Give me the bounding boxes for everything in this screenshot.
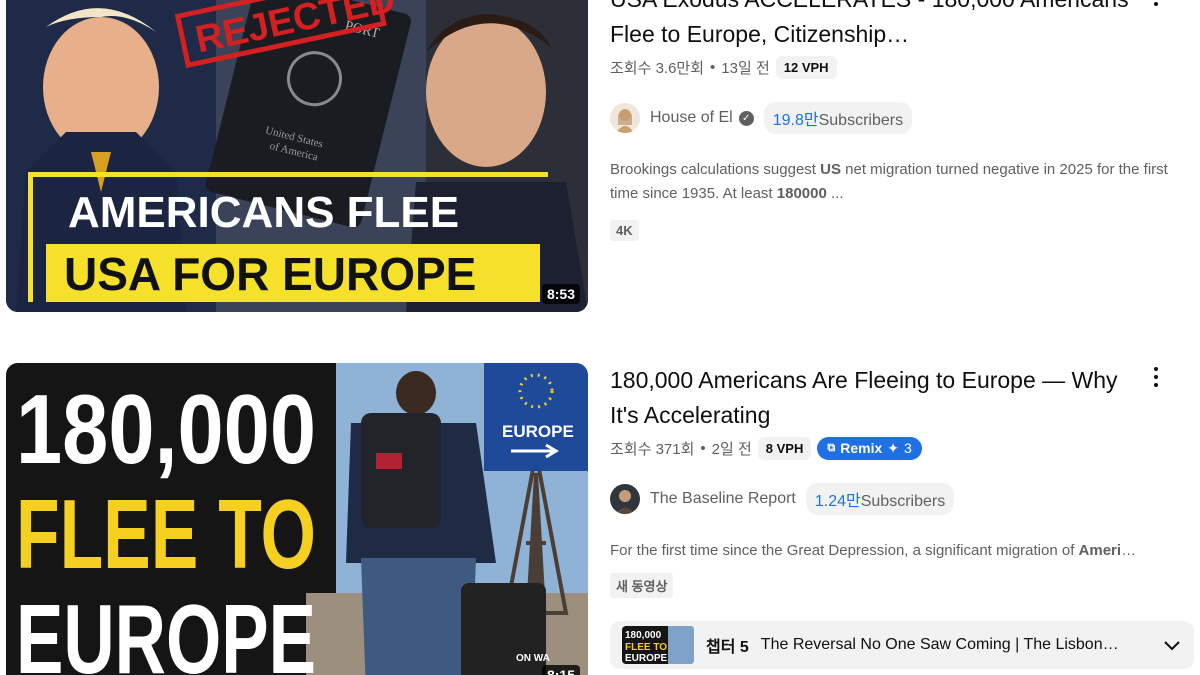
channel-name[interactable]: The Baseline Report: [650, 490, 796, 508]
remix-button[interactable]: ⧉ Remix ✦ 3: [817, 436, 922, 460]
verified-check-icon: ✓: [738, 110, 754, 126]
video-result[interactable]: EUROPE 180,000 FLEE TO EUROPE ON WA 8:15…: [0, 363, 1200, 675]
subscriber-count: 19.8만Subscribers: [763, 102, 913, 134]
svg-text:EUROPE: EUROPE: [16, 584, 316, 675]
video-duration: 8:53: [541, 284, 580, 304]
remix-icon: ⧉: [827, 441, 836, 454]
chevron-down-icon[interactable]: [1162, 635, 1182, 655]
view-count: 조회수 3.6만회: [610, 59, 705, 77]
subscriber-count: 1.24만Subscribers: [805, 483, 955, 515]
video-title[interactable]: 180,000 Americans Are Fleeing to Europe …: [610, 363, 1130, 433]
kebab-menu-icon[interactable]: [1144, 0, 1168, 8]
video-meta: 조회수 371회 • 2일 전 8 VPH ⧉ Remix ✦ 3: [610, 435, 1190, 461]
sparkle-icon: ✦: [887, 439, 899, 456]
svg-text:ON WA: ON WA: [516, 653, 550, 664]
subscriber-number: 1.24만: [814, 493, 861, 510]
channel-avatar[interactable]: [610, 484, 640, 514]
svg-text:AMERICANS FLEE: AMERICANS FLEE: [68, 188, 459, 237]
video-thumbnail[interactable]: EUROPE 180,000 FLEE TO EUROPE ON WA 8:15: [6, 363, 588, 675]
meta-separator: •: [700, 439, 706, 457]
svg-text:FLEE TO: FLEE TO: [625, 642, 667, 653]
upload-age: 2일 전: [711, 440, 752, 458]
chapter-title: The Reversal No One Saw Coming | The Lis…: [760, 636, 1119, 653]
chapter-thumbnail: 180,000 FLEE TO EUROPE: [622, 626, 694, 664]
upload-age: 13일 전: [721, 59, 770, 77]
video-result[interactable]: United States of America PORT REJECTED A…: [0, 0, 1200, 312]
remix-label: Remix: [840, 440, 883, 456]
channel-name[interactable]: House of El: [650, 109, 733, 127]
video-info: 180,000 Americans Are Fleeing to Europe …: [610, 363, 1190, 598]
video-thumbnail[interactable]: United States of America PORT REJECTED A…: [6, 0, 588, 312]
meta-separator: •: [710, 58, 716, 76]
chapter-row[interactable]: 180,000 FLEE TO EUROPE 챕터 5 The Reversal N…: [610, 621, 1194, 669]
quality-badge: 4K: [610, 220, 639, 241]
thumbnail-image: EUROPE 180,000 FLEE TO EUROPE ON WA: [6, 363, 588, 675]
kebab-menu-icon[interactable]: [1144, 365, 1168, 389]
new-video-badge: 새 동영상: [610, 573, 674, 598]
view-count: 조회수 371회: [610, 440, 695, 458]
subscriber-label: Subscribers: [860, 493, 946, 510]
video-duration: 8:15: [541, 665, 580, 675]
vph-badge: 8 VPH: [757, 436, 812, 460]
video-meta: 조회수 3.6만회 • 13일 전 12 VPH: [610, 54, 1190, 80]
video-title[interactable]: USA Exodus ACCELERATES - 180,000 America…: [610, 0, 1130, 52]
svg-text:180,000: 180,000: [16, 374, 316, 484]
svg-text:180,000: 180,000: [625, 630, 662, 641]
channel-avatar[interactable]: [610, 103, 640, 133]
subscriber-label: Subscribers: [818, 112, 904, 129]
vph-badge: 12 VPH: [775, 55, 837, 79]
svg-text:EUROPE: EUROPE: [625, 653, 668, 664]
video-description: Brookings calculations suggest US net mi…: [610, 161, 1168, 202]
svg-text:EUROPE: EUROPE: [502, 422, 574, 441]
subscriber-number: 19.8만: [772, 112, 819, 129]
svg-text:USA FOR EUROPE: USA FOR EUROPE: [64, 248, 476, 300]
channel-row[interactable]: The Baseline Report 1.24만Subscribers: [610, 483, 1190, 515]
remix-count: 3: [904, 440, 912, 456]
chapter-label: 챕터 5: [706, 639, 749, 656]
svg-text:FLEE TO: FLEE TO: [16, 479, 316, 589]
video-info: USA Exodus ACCELERATES - 180,000 America…: [610, 0, 1190, 241]
thumbnail-image: United States of America PORT REJECTED A…: [6, 0, 588, 312]
video-description: For the first time since the Great Depre…: [610, 542, 1137, 559]
channel-row[interactable]: House of El ✓ 19.8만Subscribers: [610, 102, 1190, 134]
